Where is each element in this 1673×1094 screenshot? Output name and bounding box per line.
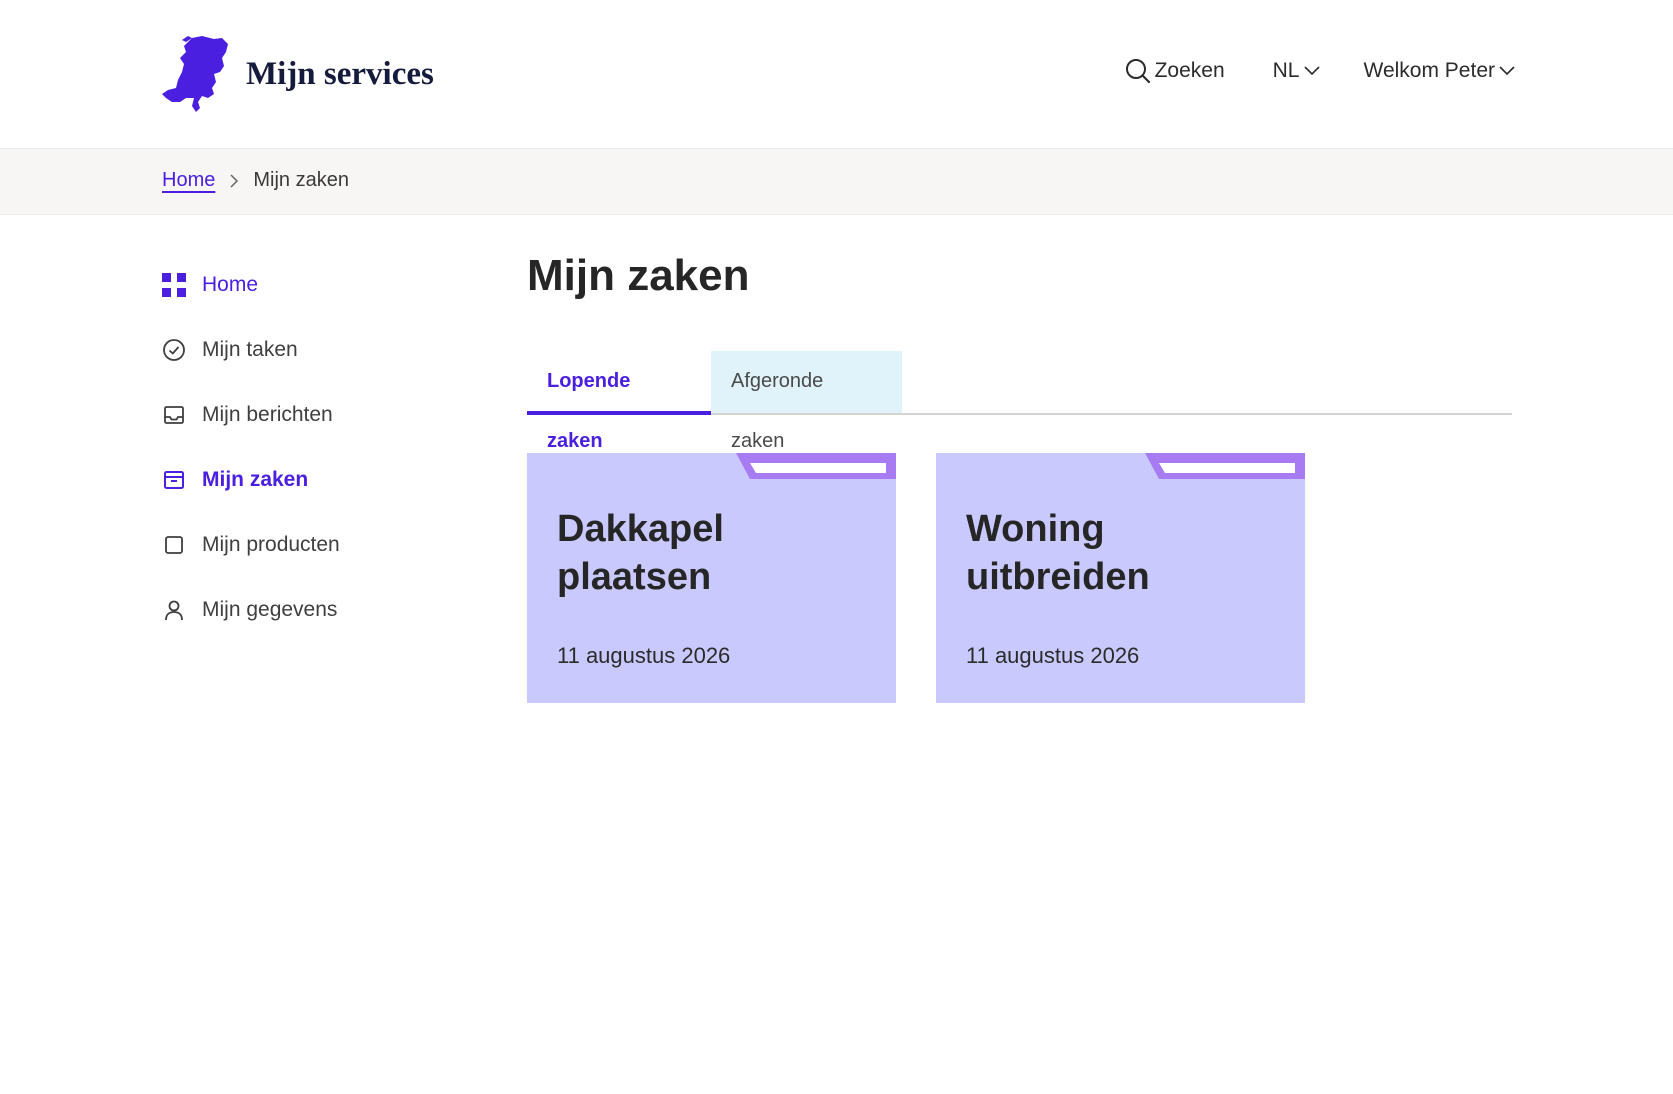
chevron-right-icon — [229, 173, 239, 189]
search-button[interactable]: Zoeken — [1125, 58, 1229, 84]
grid-icon — [162, 273, 186, 297]
case-card-title: Woning uitbreiden — [966, 508, 1150, 598]
sidebar-item-label: Mijn producten — [202, 533, 340, 556]
sidebar-item-home[interactable]: Home — [162, 272, 340, 298]
archive-icon — [162, 468, 186, 492]
user-icon — [162, 598, 186, 622]
search-label: Zoeken — [1154, 59, 1225, 82]
breadcrumb-bar: Home Mijn zaken — [0, 149, 1673, 215]
sidebar-item-label: Mijn taken — [202, 338, 298, 361]
case-card[interactable]: Woning uitbreiden 11 augustus 2026 — [936, 453, 1305, 703]
tab-lopende-zaken[interactable]: Lopende zaken — [527, 351, 711, 452]
tab-bar: Lopende zaken Afgeronde zaken — [527, 351, 1512, 452]
chevron-down-icon — [1303, 66, 1320, 76]
sidebar-item-mijn-berichten[interactable]: Mijn berichten — [162, 402, 340, 428]
netherlands-map-icon — [162, 36, 228, 112]
sidebar-item-mijn-producten[interactable]: Mijn producten — [162, 532, 340, 558]
chevron-down-icon — [1499, 66, 1515, 76]
folder-tab-icon — [1145, 453, 1305, 479]
site-header: Mijn services Zoeken NL Welkom Peter — [0, 0, 1673, 149]
search-icon — [1125, 59, 1150, 84]
site-logo[interactable]: Mijn services — [162, 36, 434, 112]
main-content: Mijn zaken Lopende zaken Afgeronde zaken… — [527, 250, 1512, 703]
header-nav: Zoeken NL Welkom Peter — [1085, 58, 1515, 84]
inbox-icon — [162, 403, 186, 427]
user-greeting: Welkom Peter — [1363, 59, 1496, 82]
site-title: Mijn services — [246, 55, 434, 92]
language-dropdown[interactable]: NL — [1269, 59, 1320, 83]
breadcrumb: Home Mijn zaken — [162, 169, 349, 192]
square-icon — [162, 533, 186, 557]
case-card-title: Dakkapel plaatsen — [557, 508, 724, 598]
case-card[interactable]: Dakkapel plaatsen 11 augustus 2026 — [527, 453, 896, 703]
tab-afgeronde-zaken[interactable]: Afgeronde zaken — [711, 351, 902, 452]
user-menu-dropdown[interactable]: Welkom Peter — [1360, 59, 1516, 83]
sidebar-item-label: Mijn gegevens — [202, 598, 338, 621]
sidebar-item-label: Mijn berichten — [202, 403, 333, 426]
sidebar-item-label: Mijn zaken — [202, 468, 309, 491]
sidebar-item-mijn-zaken[interactable]: Mijn zaken — [162, 467, 340, 493]
page-title: Mijn zaken — [527, 251, 750, 300]
sidebar-item-mijn-gegevens[interactable]: Mijn gegevens — [162, 597, 340, 623]
folder-tab-icon — [736, 453, 896, 479]
sidebar-item-label: Home — [202, 273, 259, 296]
breadcrumb-home-link[interactable]: Home — [162, 169, 215, 192]
case-card-date: 11 augustus 2026 — [557, 643, 731, 668]
breadcrumb-current: Mijn zaken — [253, 169, 349, 191]
sidebar-item-mijn-taken[interactable]: Mijn taken — [162, 337, 340, 363]
sidebar-nav: Home Mijn taken Mijn berichten Mijn zake… — [162, 272, 340, 662]
language-label: NL — [1272, 59, 1300, 82]
case-card-date: 11 augustus 2026 — [966, 643, 1140, 668]
check-circle-icon — [162, 338, 186, 362]
